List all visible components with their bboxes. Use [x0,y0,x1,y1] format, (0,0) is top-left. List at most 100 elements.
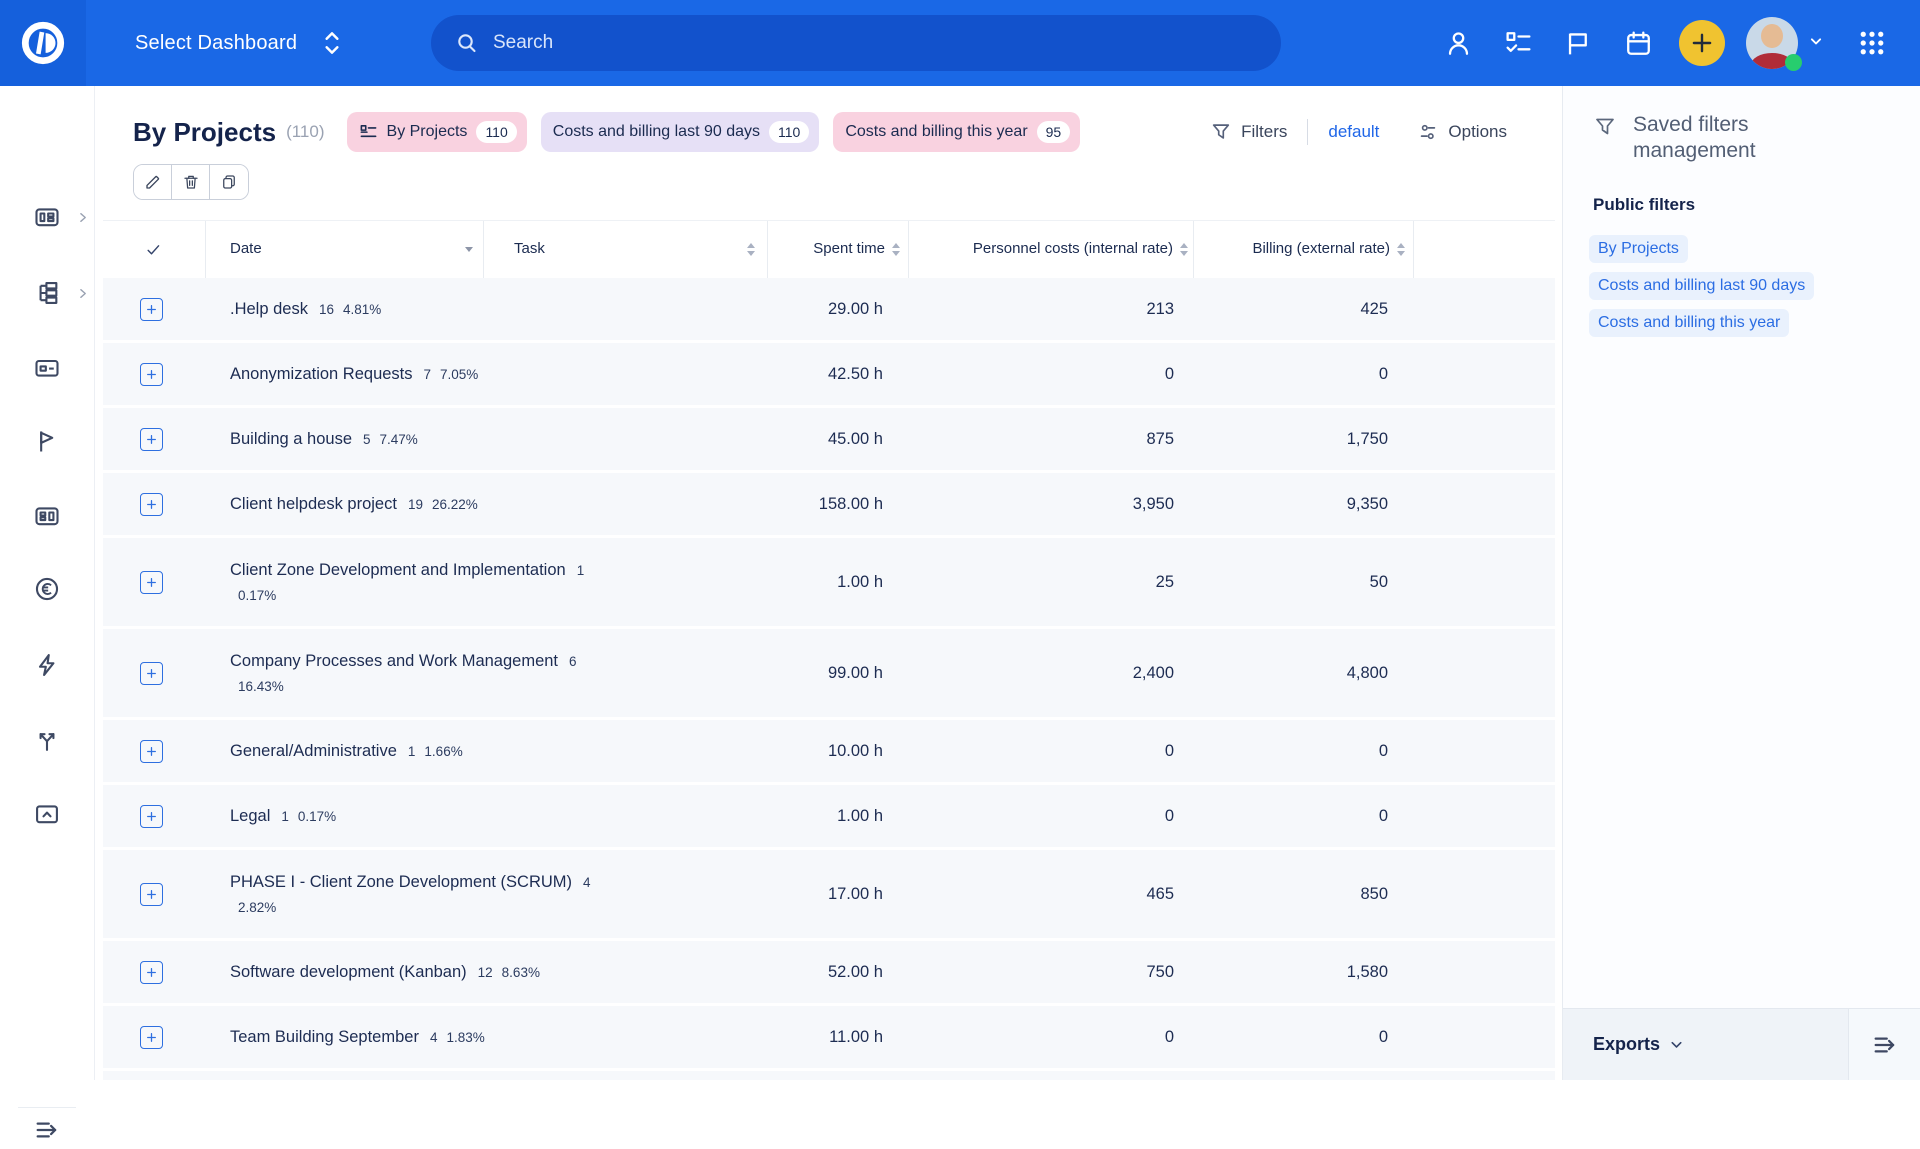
table-row[interactable]: Company Processes and Work Management616… [103,629,1555,717]
column-header-date[interactable]: Date [206,221,484,278]
board-icon[interactable] [33,354,61,382]
public-filter-link[interactable]: By Projects [1589,235,1688,263]
table-row[interactable]: PHASE I - Client Zone Development (SCRUM… [103,850,1555,938]
row-task-count: 19 [408,497,423,512]
edit-filter-button[interactable] [134,165,172,199]
table-row[interactable]: Client helpdesk project 19 26.22% 158.00 h… [103,473,1555,535]
top-bar: Select Dashboard [0,0,1920,86]
expand-row-button[interactable] [140,961,163,984]
expand-row-button[interactable] [140,363,163,386]
saved-filter-chip[interactable]: Costs and billing last 90 days 110 [541,112,820,152]
expand-sidebar-icon[interactable] [33,1116,61,1144]
expand-row-button[interactable] [140,662,163,685]
expand-row-button[interactable] [140,428,163,451]
expand-row-button[interactable] [140,298,163,321]
flag-icon[interactable] [33,427,61,455]
row-task-count: 1 [281,809,289,824]
table-row[interactable]: General/Administrative11.66% 10.00 h 0 0 [103,720,1555,782]
flag-icon[interactable] [1548,13,1608,73]
column-header-billing[interactable]: Billing (external rate) [1194,221,1414,278]
global-search[interactable] [431,15,1281,71]
sort-icons[interactable] [747,243,755,256]
branch-icon[interactable] [33,726,61,754]
row-percent: 7.05% [440,367,478,382]
exports-button[interactable]: Exports [1563,1008,1849,1080]
public-filter-link[interactable]: Costs and billing this year [1589,309,1789,337]
hierarchy-expand-chevron-icon[interactable] [76,287,89,300]
row-project-name[interactable]: PHASE I - Client Zone Development (SCRUM… [230,873,572,891]
apps-grid-icon[interactable] [1842,13,1902,73]
dashboards-icon[interactable] [33,203,61,231]
plus-icon [1689,30,1715,56]
row-spent-time: 1.00 h [768,573,909,592]
expand-row-button[interactable] [140,493,163,516]
select-all-checkmark[interactable] [103,221,206,278]
dashboards-expand-chevron-icon[interactable] [76,211,89,224]
row-project-name[interactable]: Client Zone Development and Implementati… [230,561,566,579]
sort-icons[interactable] [1397,243,1405,256]
tasks-icon[interactable] [1488,13,1548,73]
duplicate-filter-button[interactable] [210,165,248,199]
options-button[interactable]: Options [1417,121,1507,143]
row-project-name[interactable]: .Help desk [230,300,308,318]
table-row[interactable]: Waterfall - Implementation of IS2420.74%… [103,1071,1555,1080]
column-header-spent-time[interactable]: Spent time [768,221,909,278]
row-project-name[interactable]: Software development (Kanban) [230,963,467,981]
row-spent-time: 158.00 h [768,495,909,514]
row-project-name[interactable]: General/Administrative [230,742,397,760]
lightning-icon[interactable] [33,651,61,679]
expand-row-button[interactable] [140,1026,163,1049]
table-row[interactable]: Anonymization Requests77.05% 42.50 h 0 0 [103,343,1555,405]
create-new-button[interactable] [1679,20,1725,66]
column-header-task[interactable]: Task [484,221,768,278]
row-project-name[interactable]: Team Building September [230,1028,419,1046]
account-menu-chevron-icon[interactable] [1806,31,1826,56]
archive-icon[interactable] [33,800,61,828]
row-task-count: 7 [424,367,432,382]
saved-filter-chip[interactable]: By Projects 110 [347,112,527,152]
filters-button[interactable]: Filters [1210,121,1287,143]
row-project-name[interactable]: Building a house [230,430,352,448]
expand-row-button[interactable] [140,571,163,594]
expand-row-button[interactable] [140,883,163,906]
row-percent: 26.22% [432,497,478,512]
euro-icon[interactable] [33,575,61,603]
table-row[interactable]: Building a house57.47% 45.00 h 875 1,750 [103,408,1555,470]
dashboard-selector[interactable]: Select Dashboard [135,28,345,58]
saved-filter-chip[interactable]: Costs and billing this year 95 [833,112,1080,152]
row-project-name[interactable]: Legal [230,807,270,825]
sort-icons[interactable] [892,243,900,256]
saved-filters-panel: Saved filters management Public filters … [1562,86,1920,1080]
row-percent: 0.17% [298,809,336,824]
row-spent-time: 1.00 h [768,807,909,826]
table-row[interactable]: Software development (Kanban)128.63% 52.… [103,941,1555,1003]
table-row[interactable]: Client Zone Development and Implementati… [103,538,1555,626]
row-project-name[interactable]: Anonymization Requests [230,365,413,383]
row-task-count: 4 [430,1030,438,1045]
expand-row-button[interactable] [140,805,163,828]
users-icon[interactable] [1428,13,1488,73]
row-project-name[interactable]: Company Processes and Work Management [230,652,558,670]
delete-filter-button[interactable] [172,165,210,199]
table-row[interactable]: Legal10.17% 1.00 h 0 0 [103,785,1555,847]
search-input[interactable] [493,32,1193,54]
public-filter-link[interactable]: Costs and billing last 90 days [1589,272,1814,300]
collapse-panel-button[interactable] [1848,1008,1920,1080]
panels-icon[interactable] [33,502,61,530]
table-row[interactable]: .Help desk164.81% 29.00 h 213 425 [103,278,1555,340]
date-filter-dropdown-icon[interactable] [465,247,473,252]
easy-project-logo-icon [18,18,68,68]
plus-icon [145,966,158,979]
expand-row-button[interactable] [140,740,163,763]
row-project-name[interactable]: Client helpdesk project [230,495,397,513]
table-row[interactable]: Team Building September41.83% 11.00 h 0 … [103,1006,1555,1068]
sort-icons[interactable] [1180,243,1188,256]
row-spent-time: 42.50 h [768,365,909,384]
plus-icon [145,667,158,680]
user-avatar[interactable] [1746,17,1798,69]
calendar-icon[interactable] [1608,13,1668,73]
hierarchy-icon[interactable] [33,279,61,307]
app-logo[interactable] [0,0,86,86]
column-header-personnel-costs[interactable]: Personnel costs (internal rate) [909,221,1194,278]
default-filter-link[interactable]: default [1328,122,1379,142]
